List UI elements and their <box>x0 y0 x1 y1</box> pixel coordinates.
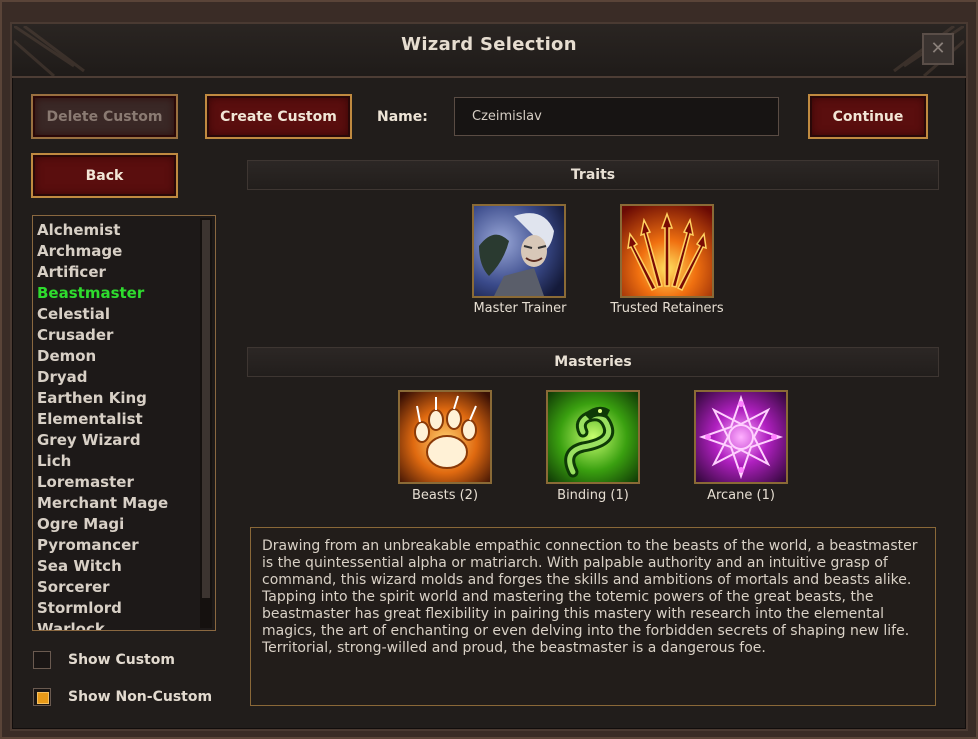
trait-label-trusted-retainers: Trusted Retainers <box>610 301 724 316</box>
show-custom-toggle[interactable]: Show Custom <box>33 651 175 669</box>
list-item-ogre-magi[interactable]: Ogre Magi <box>33 514 215 535</box>
list-item-dryad[interactable]: Dryad <box>33 367 215 388</box>
close-icon[interactable]: ✕ <box>922 33 954 65</box>
name-field[interactable]: Czeimislav <box>454 97 779 136</box>
list-item-sorcerer[interactable]: Sorcerer <box>33 577 215 598</box>
mastery-label-binding: Binding (1) <box>557 488 629 503</box>
wizard-list[interactable]: Alchemist Archmage Artificer Beastmaster… <box>32 215 216 631</box>
list-item-crusader[interactable]: Crusader <box>33 325 215 346</box>
masteries-header: Masteries <box>247 347 939 377</box>
list-item-grey-wizard[interactable]: Grey Wizard <box>33 430 215 451</box>
list-item-stormlord[interactable]: Stormlord <box>33 598 215 619</box>
create-custom-button[interactable]: Create Custom <box>205 94 352 139</box>
list-item-merchant-mage[interactable]: Merchant Mage <box>33 493 215 514</box>
show-non-custom-label: Show Non-Custom <box>68 689 213 705</box>
window-title: Wizard Selection <box>401 34 577 55</box>
list-item-pyromancer[interactable]: Pyromancer <box>33 535 215 556</box>
back-button[interactable]: Back <box>31 153 178 198</box>
name-label: Name: <box>377 109 428 125</box>
show-custom-checkbox[interactable] <box>33 651 51 669</box>
list-item-loremaster[interactable]: Loremaster <box>33 472 215 493</box>
list-item-lich[interactable]: Lich <box>33 451 215 472</box>
mastery-label-beasts: Beasts (2) <box>411 488 479 503</box>
show-non-custom-toggle[interactable]: Show Non-Custom <box>33 688 212 706</box>
list-item-demon[interactable]: Demon <box>33 346 215 367</box>
delete-custom-button[interactable]: Delete Custom <box>31 94 178 139</box>
trait-label-master-trainer: Master Trainer <box>473 301 567 316</box>
list-item-earthen-king[interactable]: Earthen King <box>33 388 215 409</box>
list-item-beastmaster[interactable]: Beastmaster <box>33 283 215 304</box>
list-item-celestial[interactable]: Celestial <box>33 304 215 325</box>
list-item-warlock[interactable]: Warlock <box>33 619 215 630</box>
continue-button[interactable]: Continue <box>808 94 928 139</box>
trusted-retainers-spears-icon[interactable] <box>620 204 714 298</box>
show-non-custom-checkbox[interactable] <box>33 688 51 706</box>
list-scrollbar-thumb[interactable] <box>202 220 210 598</box>
list-item-archmage[interactable]: Archmage <box>33 241 215 262</box>
traits-header: Traits <box>247 160 939 190</box>
wizard-description: Drawing from an unbreakable empathic con… <box>250 527 936 706</box>
binding-serpent-icon[interactable] <box>546 390 640 484</box>
list-item-artificer[interactable]: Artificer <box>33 262 215 283</box>
mastery-label-arcane: Arcane (1) <box>707 488 775 503</box>
list-item-sea-witch[interactable]: Sea Witch <box>33 556 215 577</box>
list-item-alchemist[interactable]: Alchemist <box>33 220 215 241</box>
arcane-star-icon[interactable] <box>694 390 788 484</box>
master-trainer-portrait-icon[interactable] <box>472 204 566 298</box>
list-item-elementalist[interactable]: Elementalist <box>33 409 215 430</box>
beast-paw-icon[interactable] <box>398 390 492 484</box>
show-custom-label: Show Custom <box>68 652 175 668</box>
